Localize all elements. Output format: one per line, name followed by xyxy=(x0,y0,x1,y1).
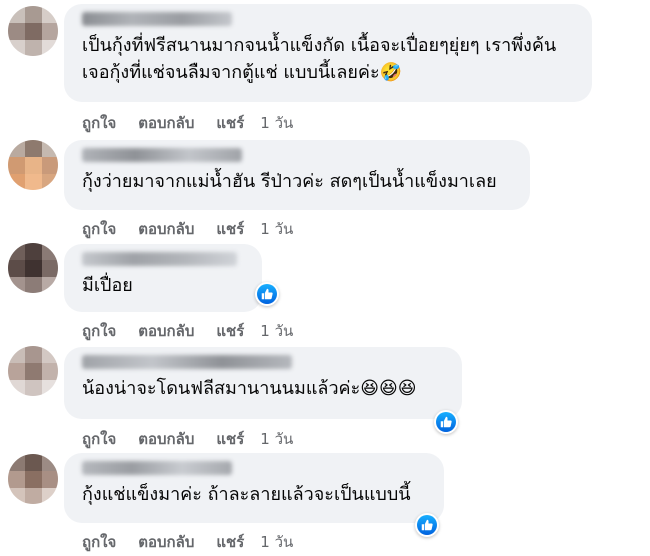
comment-bubble: กุ้งแช่แข็งมาค่ะ ถ้าละลายแล้วจะเป็นแบบนี… xyxy=(64,453,444,523)
like-button[interactable]: ถูกใจ xyxy=(82,319,116,343)
like-button[interactable]: ถูกใจ xyxy=(82,427,116,451)
author-name-blurred[interactable] xyxy=(82,148,242,162)
comment-bubble: กุ้งว่ายมาจากแม่น้ำฮัน รีป่าวค่ะ สดๆเป็น… xyxy=(64,140,530,210)
comment-actions: ถูกใจ ตอบกลับ แชร์ 1 วัน xyxy=(82,427,315,451)
like-button[interactable]: ถูกใจ xyxy=(82,111,116,135)
comment-actions: ถูกใจ ตอบกลับ แชร์ 1 วัน xyxy=(82,111,315,135)
comment-text: กุ้งแช่แข็งมาค่ะ ถ้าละลายแล้วจะเป็นแบบนี… xyxy=(82,484,411,505)
avatar[interactable] xyxy=(8,6,58,56)
author-name-blurred[interactable] xyxy=(82,12,232,26)
comment-text: น้องน่าจะโดนฟลีสมานานนมแล้วค่ะ😆😆😆 xyxy=(82,378,417,399)
comment-text: มีเปื่อย xyxy=(82,275,133,296)
timestamp[interactable]: 1 วัน xyxy=(260,427,293,451)
comment-bubble: เป็นกุ้งที่ฟรีสนานมากจนน้ำแข็งกัด เนื้อจ… xyxy=(64,4,592,102)
author-name-blurred[interactable] xyxy=(82,461,232,475)
share-button[interactable]: แชร์ xyxy=(216,319,244,343)
like-button[interactable]: ถูกใจ xyxy=(82,530,116,554)
share-button[interactable]: แชร์ xyxy=(216,217,244,241)
avatar[interactable] xyxy=(8,346,58,396)
timestamp[interactable]: 1 วัน xyxy=(260,319,293,343)
reply-button[interactable]: ตอบกลับ xyxy=(138,530,194,554)
avatar[interactable] xyxy=(8,140,58,190)
comment-bubble: มีเปื่อย xyxy=(64,244,262,312)
author-name-blurred[interactable] xyxy=(82,252,237,266)
timestamp[interactable]: 1 วัน xyxy=(260,530,293,554)
like-reaction-icon[interactable] xyxy=(415,513,439,537)
comment-text: กุ้งว่ายมาจากแม่น้ำฮัน รีป่าวค่ะ สดๆเป็น… xyxy=(82,171,497,192)
share-button[interactable]: แชร์ xyxy=(216,427,244,451)
reply-button[interactable]: ตอบกลับ xyxy=(138,111,194,135)
comment-actions: ถูกใจ ตอบกลับ แชร์ 1 วัน xyxy=(82,530,315,554)
avatar[interactable] xyxy=(8,454,58,504)
comment-bubble: น้องน่าจะโดนฟลีสมานานนมแล้วค่ะ😆😆😆 xyxy=(64,347,462,419)
like-button[interactable]: ถูกใจ xyxy=(82,217,116,241)
share-button[interactable]: แชร์ xyxy=(216,530,244,554)
avatar[interactable] xyxy=(8,243,58,293)
reply-button[interactable]: ตอบกลับ xyxy=(138,319,194,343)
like-reaction-icon[interactable] xyxy=(434,410,458,434)
timestamp[interactable]: 1 วัน xyxy=(260,111,293,135)
comment-actions: ถูกใจ ตอบกลับ แชร์ 1 วัน xyxy=(82,217,315,241)
comment-text: เป็นกุ้งที่ฟรีสนานมากจนน้ำแข็งกัด เนื้อจ… xyxy=(82,35,557,83)
timestamp[interactable]: 1 วัน xyxy=(260,217,293,241)
comment-actions: ถูกใจ ตอบกลับ แชร์ 1 วัน xyxy=(82,319,315,343)
author-name-blurred[interactable] xyxy=(82,355,292,369)
reply-button[interactable]: ตอบกลับ xyxy=(138,217,194,241)
reply-button[interactable]: ตอบกลับ xyxy=(138,427,194,451)
share-button[interactable]: แชร์ xyxy=(216,111,244,135)
like-reaction-icon[interactable] xyxy=(255,282,279,306)
